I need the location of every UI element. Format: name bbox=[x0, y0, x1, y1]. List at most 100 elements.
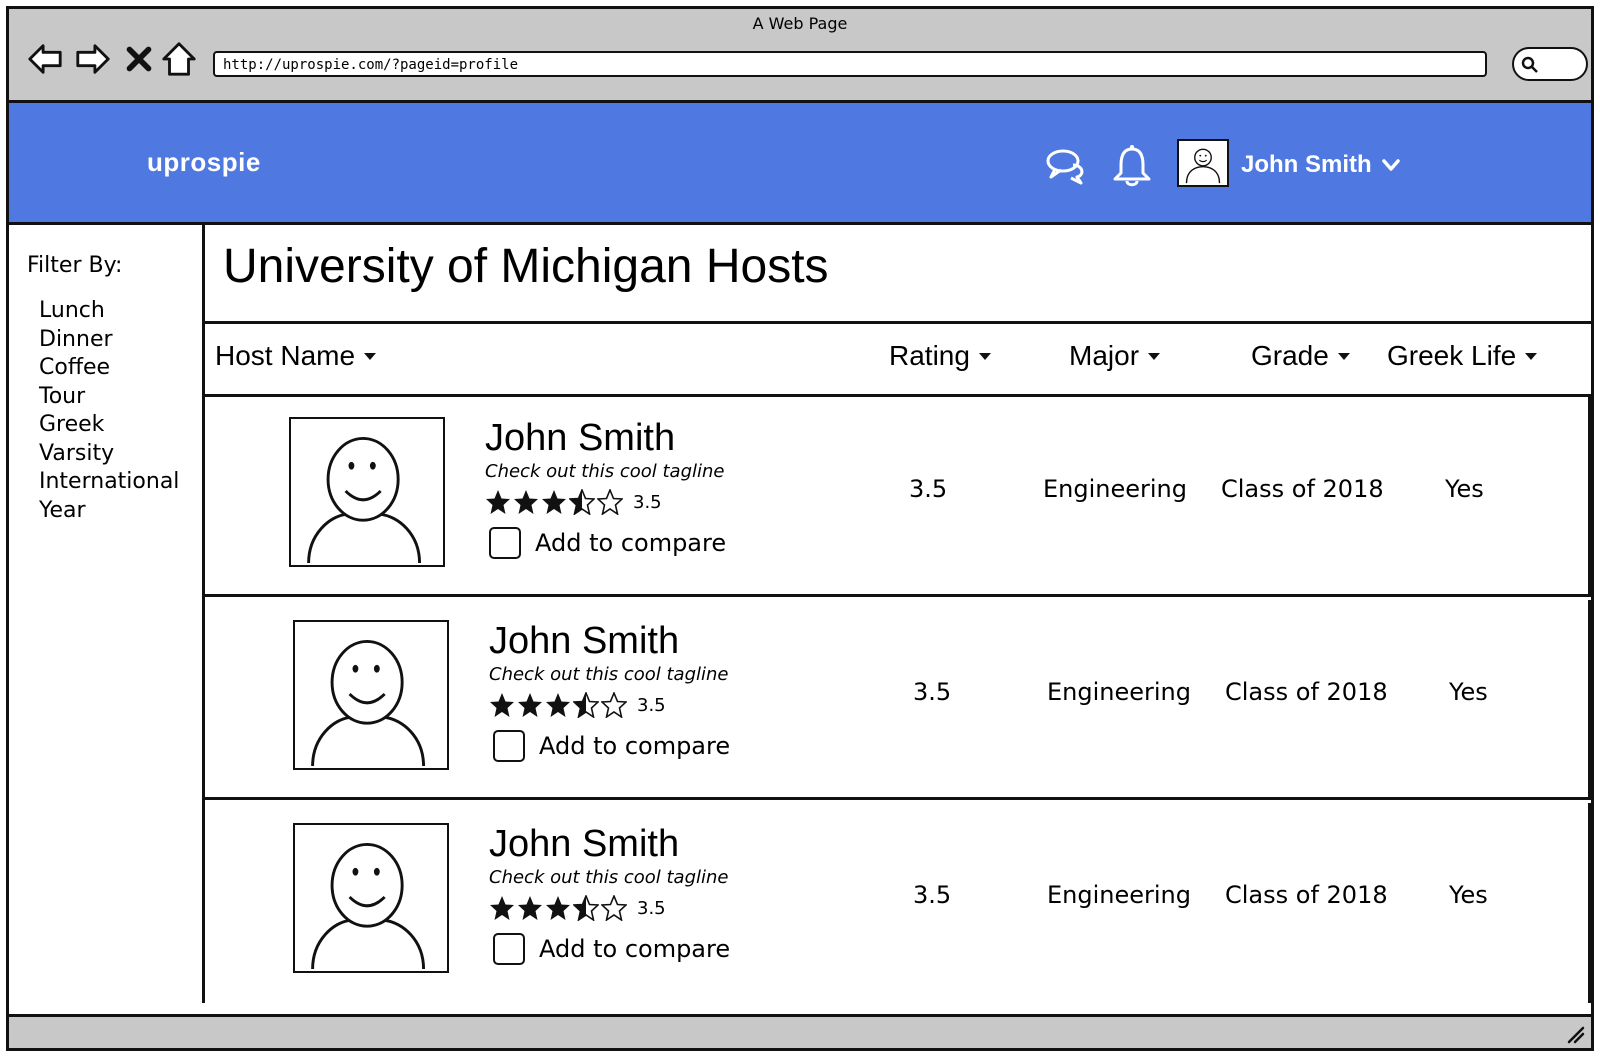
column-label: Host Name bbox=[215, 340, 356, 371]
sort-caret-icon bbox=[1337, 353, 1350, 360]
filter-tour[interactable]: Tour bbox=[39, 383, 179, 412]
major-cell: Engineering bbox=[1047, 881, 1191, 909]
add-to-compare[interactable]: Add to compare bbox=[493, 933, 730, 965]
column-header-grade[interactable]: Grade bbox=[1251, 340, 1351, 372]
star-half-icon bbox=[573, 692, 599, 718]
greek-life-cell: Yes bbox=[1449, 678, 1488, 706]
star-full-icon bbox=[514, 490, 538, 514]
star-empty-icon bbox=[601, 692, 627, 718]
host-name[interactable]: John Smith bbox=[485, 417, 675, 460]
star-full-icon bbox=[518, 693, 542, 717]
star-empty-icon bbox=[601, 895, 627, 921]
home-icon[interactable] bbox=[159, 39, 199, 79]
filter-greek[interactable]: Greek bbox=[39, 411, 179, 440]
filter-lunch[interactable]: Lunch bbox=[39, 297, 179, 326]
sort-caret-icon bbox=[364, 353, 377, 360]
star-rating: 3.5 bbox=[489, 895, 666, 921]
table-header: Host Name Rating Major Grade Greek Life bbox=[205, 321, 1591, 397]
star-rating-value: 3.5 bbox=[637, 694, 666, 716]
star-rating-value: 3.5 bbox=[637, 897, 666, 919]
filter-coffee[interactable]: Coffee bbox=[39, 354, 179, 383]
address-bar[interactable]: http://uprospie.com/?pageid=profile bbox=[213, 51, 1487, 77]
search-icon bbox=[1521, 56, 1538, 73]
forward-arrow-icon[interactable] bbox=[73, 39, 113, 79]
window-title: A Web Page bbox=[752, 14, 848, 33]
filter-list: Lunch Dinner Coffee Tour Greek Varsity I… bbox=[39, 297, 179, 525]
bell-icon[interactable] bbox=[1109, 143, 1155, 189]
compare-label: Add to compare bbox=[535, 529, 727, 557]
star-rating: 3.5 bbox=[489, 692, 666, 718]
main-content: University of Michigan Hosts Host Name R… bbox=[205, 225, 1591, 1003]
filter-international[interactable]: International bbox=[39, 468, 179, 497]
compare-checkbox[interactable] bbox=[493, 730, 525, 762]
app-header: uprospie John Smith bbox=[9, 103, 1591, 225]
back-arrow-icon[interactable] bbox=[25, 39, 65, 79]
user-name: John Smith bbox=[1241, 151, 1372, 178]
filter-year[interactable]: Year bbox=[39, 497, 179, 526]
column-label: Greek Life bbox=[1387, 340, 1517, 371]
user-menu[interactable]: John Smith bbox=[1241, 149, 1400, 181]
column-label: Major bbox=[1069, 340, 1140, 371]
star-half-icon bbox=[573, 895, 599, 921]
chat-icon[interactable] bbox=[1043, 143, 1089, 189]
host-name[interactable]: John Smith bbox=[489, 823, 679, 866]
rating-cell: 3.5 bbox=[913, 881, 952, 909]
column-label: Rating bbox=[889, 340, 970, 371]
host-avatar[interactable] bbox=[289, 417, 445, 567]
page-title: University of Michigan Hosts bbox=[223, 240, 829, 293]
star-full-icon bbox=[490, 693, 514, 717]
major-cell: Engineering bbox=[1043, 475, 1187, 503]
host-avatar[interactable] bbox=[293, 620, 449, 770]
star-full-icon bbox=[542, 490, 566, 514]
host-tagline: Check out this cool tagline bbox=[485, 461, 725, 482]
column-header-greek-life[interactable]: Greek Life bbox=[1387, 340, 1538, 372]
table-row[interactable]: John Smith Check out this cool tagline 3… bbox=[205, 600, 1591, 800]
major-cell: Engineering bbox=[1047, 678, 1191, 706]
status-bar bbox=[9, 1014, 1591, 1048]
grade-cell: Class of 2018 bbox=[1221, 475, 1384, 503]
table-row[interactable]: John Smith Check out this cool tagline 3… bbox=[205, 397, 1591, 597]
host-name[interactable]: John Smith bbox=[489, 620, 679, 663]
greek-life-cell: Yes bbox=[1449, 881, 1488, 909]
grade-cell: Class of 2018 bbox=[1225, 881, 1388, 909]
filter-label: Filter By: bbox=[27, 253, 123, 278]
star-half-icon bbox=[569, 489, 595, 515]
column-header-host-name[interactable]: Host Name bbox=[215, 340, 377, 372]
star-full-icon bbox=[546, 896, 570, 920]
close-icon[interactable] bbox=[119, 39, 159, 79]
browser-toolbar: A Web Page http://uprospie.com/?pageid=p… bbox=[9, 9, 1591, 103]
search-button[interactable] bbox=[1512, 47, 1588, 81]
avatar[interactable] bbox=[1177, 139, 1229, 187]
column-header-rating[interactable]: Rating bbox=[889, 340, 992, 372]
rating-cell: 3.5 bbox=[913, 678, 952, 706]
table-row[interactable]: John Smith Check out this cool tagline 3… bbox=[205, 803, 1591, 1003]
host-tagline: Check out this cool tagline bbox=[489, 867, 729, 888]
star-full-icon bbox=[486, 490, 510, 514]
browser-window: A Web Page http://uprospie.com/?pageid=p… bbox=[6, 6, 1594, 1051]
filter-sidebar: Filter By: Lunch Dinner Coffee Tour Gree… bbox=[9, 225, 205, 1003]
star-full-icon bbox=[546, 693, 570, 717]
filter-varsity[interactable]: Varsity bbox=[39, 440, 179, 469]
sort-caret-icon bbox=[978, 353, 991, 360]
sort-caret-icon bbox=[1525, 353, 1538, 360]
star-empty-icon bbox=[597, 489, 623, 515]
logo[interactable]: uprospie bbox=[147, 147, 261, 178]
resize-grip-icon[interactable] bbox=[1563, 1022, 1585, 1044]
compare-label: Add to compare bbox=[539, 732, 731, 760]
add-to-compare[interactable]: Add to compare bbox=[489, 527, 726, 559]
chevron-down-icon bbox=[1381, 159, 1400, 171]
column-label: Grade bbox=[1251, 340, 1329, 371]
grade-cell: Class of 2018 bbox=[1225, 678, 1388, 706]
star-rating: 3.5 bbox=[485, 489, 662, 515]
add-to-compare[interactable]: Add to compare bbox=[493, 730, 730, 762]
star-full-icon bbox=[518, 896, 542, 920]
compare-checkbox[interactable] bbox=[489, 527, 521, 559]
star-full-icon bbox=[490, 896, 514, 920]
sort-caret-icon bbox=[1148, 353, 1161, 360]
filter-dinner[interactable]: Dinner bbox=[39, 326, 179, 355]
column-header-major[interactable]: Major bbox=[1069, 340, 1161, 372]
greek-life-cell: Yes bbox=[1445, 475, 1484, 503]
rating-cell: 3.5 bbox=[909, 475, 948, 503]
compare-checkbox[interactable] bbox=[493, 933, 525, 965]
host-avatar[interactable] bbox=[293, 823, 449, 973]
